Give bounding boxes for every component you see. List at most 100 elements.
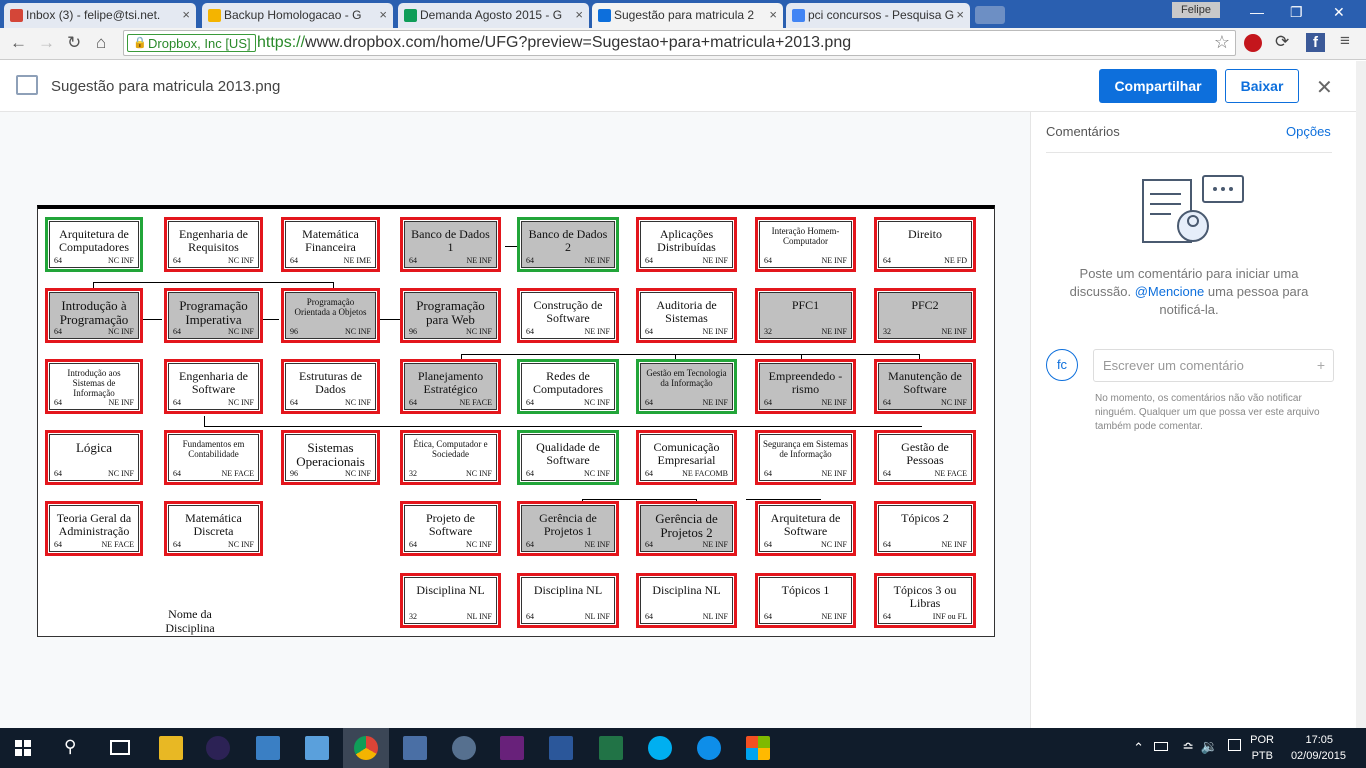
tab-5[interactable]: pci concursos - Pesquisa G × [786, 3, 970, 28]
windows-start-icon[interactable] [15, 740, 31, 756]
keyboard-label[interactable]: PTB [1252, 750, 1273, 762]
course-box-frame: Arquitetura de Software 64 NC INF [759, 505, 852, 552]
course-box-frame: Interação Homem-Computador 64 NE INF [759, 221, 852, 268]
course-hours: 64 [764, 398, 772, 407]
skype-icon[interactable] [648, 736, 672, 760]
sync-icon[interactable]: ⟳ [1275, 32, 1289, 52]
course-box: PFC1 32 NE INF [755, 288, 856, 343]
back-icon[interactable]: ← [10, 33, 27, 53]
preview-header: Sugestão para matricula 2013.png Compart… [0, 61, 1366, 112]
app-grid-icon[interactable] [746, 736, 770, 760]
file-name: Sugestão para matricula 2013.png [51, 78, 281, 95]
comment-input[interactable]: Escrever um comentário + [1093, 349, 1334, 382]
course-box: Programação Orientada a Objetos 96 NC INF [281, 288, 380, 343]
excel-icon[interactable] [599, 736, 623, 760]
message-icon[interactable] [1228, 739, 1241, 751]
course-name: Matemática Discreta [185, 511, 242, 538]
close-preview-icon[interactable]: ✕ [1316, 75, 1333, 100]
comment-placeholder: Escrever um comentário [1103, 358, 1244, 373]
course-type: NL INF [466, 612, 492, 621]
course-type: NC INF [583, 469, 610, 478]
home-icon[interactable]: ⌂ [96, 33, 106, 53]
new-tab-button[interactable] [975, 6, 1005, 24]
chrome-icon[interactable] [354, 736, 378, 760]
extension-stop-icon[interactable] [1244, 34, 1262, 52]
clock-date[interactable]: 02/09/2015 [1291, 750, 1346, 762]
download-button[interactable]: Baixar [1225, 69, 1299, 103]
eclipse-icon[interactable] [206, 736, 230, 760]
menu-icon[interactable]: ≡ [1340, 31, 1350, 51]
address-bar[interactable]: 🔒 Dropbox, Inc [US] https://www.dropbox.… [123, 30, 1236, 56]
course-box: Empreendedo -rismo 64 NE INF [755, 359, 856, 414]
share-button[interactable]: Compartilhar [1099, 69, 1217, 103]
course-type: NC INF [227, 398, 254, 407]
battery-icon[interactable] [1154, 742, 1168, 751]
comments-options-link[interactable]: Opções [1286, 124, 1331, 139]
course-type: NE FACE [221, 469, 254, 478]
course-box: PFC2 32 NE INF [874, 288, 976, 343]
tab-4[interactable]: Sugestão para matricula 2 × [592, 3, 783, 29]
dropbox-icon [598, 9, 611, 22]
clock-time[interactable]: 17:05 [1305, 734, 1333, 746]
language-label[interactable]: POR [1250, 734, 1274, 746]
course-type: NC INF [465, 540, 492, 549]
course-box: Manutenção de Software 64 NC INF [874, 359, 976, 414]
url-text[interactable]: https://www.dropbox.com/home/UFG?preview… [257, 34, 851, 52]
course-hours: 32 [409, 469, 417, 478]
course-box-frame: Programação Imperativa 64 NC INF [168, 292, 259, 339]
course-name: Engenharia de Software [179, 369, 248, 396]
close-tab-icon[interactable]: × [575, 7, 583, 22]
course-type: NE INF [821, 469, 847, 478]
close-tab-icon[interactable]: × [769, 7, 777, 22]
sheets-icon [404, 9, 417, 22]
network-app-icon[interactable] [256, 736, 280, 760]
course-box: Tópicos 3 ou Libras 64 INF ou FL [874, 573, 976, 628]
page-scrollbar[interactable] [1356, 61, 1366, 728]
teamviewer-icon[interactable] [697, 736, 721, 760]
task-view-icon[interactable] [110, 740, 130, 755]
bookmark-star-icon[interactable]: ☆ [1214, 32, 1230, 53]
close-tab-icon[interactable]: × [182, 7, 190, 22]
course-box-frame: Segurança em Sistemas de Informação 64 NE … [759, 434, 852, 481]
course-box: Matemática Financeira 64 NE IME [281, 217, 380, 272]
search-icon[interactable]: ⚲ [64, 737, 76, 757]
security-app-icon[interactable] [452, 736, 476, 760]
course-name: Tópicos 1 [781, 583, 830, 597]
course-name: Planejamento Estratégico [417, 369, 484, 396]
reload-icon[interactable]: ↻ [67, 33, 81, 53]
course-hours: 64 [173, 469, 181, 478]
course-box: Disciplina NL 32 NL INF [400, 573, 501, 628]
file-explorer-icon[interactable] [159, 736, 183, 760]
remote-desktop-icon[interactable] [305, 736, 329, 760]
course-hours: 64 [645, 398, 653, 407]
close-window-icon[interactable]: ✕ [1333, 4, 1345, 21]
mention-link[interactable]: @Mencione [1135, 284, 1205, 299]
forward-icon[interactable]: → [38, 33, 55, 53]
course-hours: 64 [764, 256, 772, 265]
course-name: Sistemas Operacionais [296, 440, 365, 469]
close-tab-icon[interactable]: × [956, 7, 964, 22]
wifi-icon[interactable]: ≏ [1182, 738, 1194, 755]
volume-icon[interactable]: 🔉 [1201, 738, 1218, 755]
close-tab-icon[interactable]: × [379, 7, 387, 22]
course-box-frame: Lógica 64 NC INF [49, 434, 139, 481]
tab-2[interactable]: Backup Homologacao - G × [202, 3, 393, 28]
admin-tool-icon[interactable] [403, 736, 427, 760]
course-name: Redes de Computadores [533, 369, 603, 396]
windows-taskbar: ⚲ ⌃ ≏ 🔉 POR PTB 17:05 02/09/2015 [0, 728, 1366, 768]
course-hours: 64 [526, 612, 534, 621]
course-type: NE FACE [101, 540, 134, 549]
visual-studio-icon[interactable] [500, 736, 524, 760]
secure-badge[interactable]: 🔒 Dropbox, Inc [US] [127, 34, 256, 52]
facebook-icon[interactable]: f [1306, 33, 1325, 52]
profile-label[interactable]: Felipe [1172, 2, 1220, 18]
word-icon[interactable] [549, 736, 573, 760]
add-person-icon[interactable]: + [1317, 357, 1325, 373]
restore-icon[interactable]: ❐ [1290, 4, 1303, 21]
course-name: Gestão de Pessoas [901, 440, 949, 467]
course-hours: 64 [173, 540, 181, 549]
minimize-icon[interactable]: — [1250, 4, 1264, 20]
tray-chevron-icon[interactable]: ⌃ [1133, 740, 1144, 756]
tab-3[interactable]: Demanda Agosto 2015 - G × [398, 3, 589, 28]
tab-1[interactable]: Inbox (3) - felipe@tsi.net. × [4, 3, 196, 28]
